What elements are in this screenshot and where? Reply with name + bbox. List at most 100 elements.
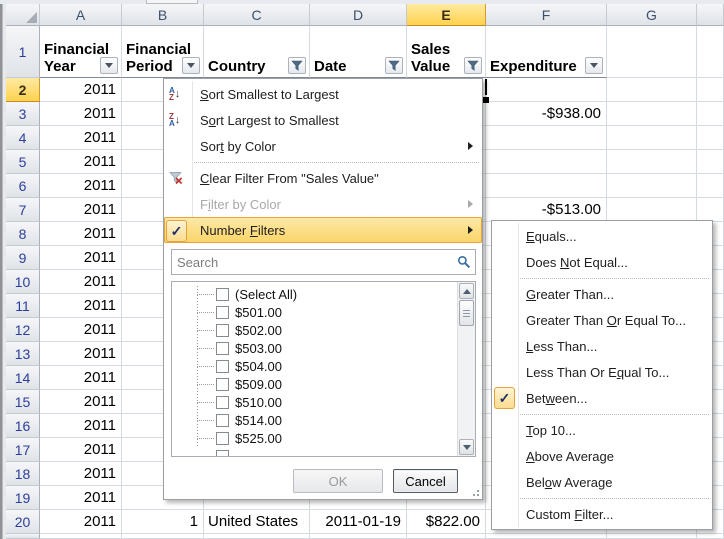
cell-A4[interactable]: 2011	[40, 126, 122, 150]
checkbox-unchecked[interactable]	[216, 432, 229, 445]
cell-A21[interactable]	[40, 534, 122, 539]
row-header-11[interactable]: 11	[6, 294, 40, 318]
checkbox-unchecked[interactable]	[216, 342, 229, 355]
cell-A10[interactable]: 2011	[40, 270, 122, 294]
row-header-18[interactable]: 18	[6, 462, 40, 486]
cell-F7[interactable]: -$513.00	[486, 198, 607, 222]
row-header-13[interactable]: 13	[6, 342, 40, 366]
cell-H6[interactable]	[697, 174, 724, 198]
menu-item-greater-than[interactable]: Greater Than...	[492, 281, 712, 307]
filter-button-sales-value[interactable]	[464, 57, 482, 74]
menu-item-equals[interactable]: Equals...	[492, 223, 712, 249]
cell-A11[interactable]: 2011	[40, 294, 122, 318]
cell-G1[interactable]	[607, 26, 697, 78]
cell-C1[interactable]: Country	[204, 26, 310, 78]
menu-item-sort-by-color[interactable]: Sort by Color	[164, 133, 482, 159]
cell-B1[interactable]: Financial Period	[122, 26, 204, 78]
row-header-3[interactable]: 3	[6, 102, 40, 126]
checkbox-unchecked[interactable]	[216, 288, 229, 301]
cell-A1[interactable]: Financial Year	[40, 26, 122, 78]
cell-E1[interactable]: Sales Value	[407, 26, 486, 78]
cell-A9[interactable]: 2011	[40, 246, 122, 270]
cell-F21[interactable]	[486, 534, 607, 539]
checkbox-unchecked[interactable]	[216, 306, 229, 319]
row-header-14[interactable]: 14	[6, 366, 40, 390]
checkbox-unchecked[interactable]	[216, 324, 229, 337]
column-header-C[interactable]: C	[204, 4, 310, 26]
menu-item-top-10[interactable]: Top 10...	[492, 417, 712, 443]
cell-G6[interactable]	[607, 174, 697, 198]
value-item-501-00[interactable]: $501.00	[172, 303, 475, 321]
menu-item-sort-largest-to-smallest[interactable]: ZA↓Sort Largest to Smallest	[164, 107, 482, 133]
filter-button-financial-year[interactable]	[100, 57, 118, 74]
column-header-G[interactable]: G	[607, 4, 697, 26]
row-header-6[interactable]: 6	[6, 174, 40, 198]
menu-item-does-not-equal[interactable]: Does Not Equal...	[492, 249, 712, 275]
cell-G21[interactable]	[607, 534, 697, 539]
cell-A3[interactable]: 2011	[40, 102, 122, 126]
row-header-7[interactable]: 7	[6, 198, 40, 222]
row-header-20[interactable]: 20	[6, 510, 40, 534]
row-header-2[interactable]: 2	[6, 78, 40, 102]
filter-button-country[interactable]	[288, 57, 306, 74]
cell-H4[interactable]	[697, 126, 724, 150]
cell-D21[interactable]	[310, 534, 407, 539]
menu-item-less-than-or-equal-to[interactable]: Less Than Or Equal To...	[492, 359, 712, 385]
row-header-16[interactable]: 16	[6, 414, 40, 438]
resize-grip[interactable]	[469, 486, 481, 498]
row-header-5[interactable]: 5	[6, 150, 40, 174]
column-header-F[interactable]: F	[486, 4, 607, 26]
checkbox-unchecked[interactable]	[216, 378, 229, 391]
cell-A17[interactable]: 2011	[40, 438, 122, 462]
row-header-17[interactable]: 17	[6, 438, 40, 462]
row-header-1[interactable]: 1	[6, 26, 40, 78]
cell-G4[interactable]	[607, 126, 697, 150]
search-input[interactable]	[172, 250, 475, 274]
checkbox-unchecked[interactable]	[216, 360, 229, 373]
row-header-9[interactable]: 9	[6, 246, 40, 270]
cell-H5[interactable]	[697, 150, 724, 174]
value-item-503-00[interactable]: $503.00	[172, 339, 475, 357]
cell-H3[interactable]	[697, 102, 724, 126]
cell-C21[interactable]	[204, 534, 310, 539]
menu-item-below-average[interactable]: Below Average	[492, 469, 712, 495]
cell-F3[interactable]: -$938.00	[486, 102, 607, 126]
value-item-509-00[interactable]: $509.00	[172, 375, 475, 393]
menu-item-filter-by-color[interactable]: Filter by Color	[164, 191, 482, 217]
cell-A12[interactable]: 2011	[40, 318, 122, 342]
list-scrollbar[interactable]	[457, 282, 475, 456]
cell-F2[interactable]	[486, 78, 607, 102]
cell-A8[interactable]: 2011	[40, 222, 122, 246]
filter-button-financial-period[interactable]	[182, 57, 200, 74]
cell-G5[interactable]	[607, 150, 697, 174]
cell-D20[interactable]: 2011-01-19	[310, 510, 407, 534]
cell-A5[interactable]: 2011	[40, 150, 122, 174]
menu-item-less-than[interactable]: Less Than...	[492, 333, 712, 359]
cell-E20[interactable]: $822.00	[407, 510, 486, 534]
row-header-10[interactable]: 10	[6, 270, 40, 294]
value-item-504-00[interactable]: $504.00	[172, 357, 475, 375]
cell-E21[interactable]	[407, 534, 486, 539]
column-header-A[interactable]: A	[40, 4, 122, 26]
value-item-select-all[interactable]: (Select All)	[172, 285, 475, 303]
value-item-clipped[interactable]	[172, 447, 475, 457]
cell-F5[interactable]	[486, 150, 607, 174]
filter-button-expenditure[interactable]	[585, 57, 603, 74]
cell-C20[interactable]: United States	[204, 510, 310, 534]
cell-H7[interactable]	[697, 198, 724, 222]
cell-H1[interactable]	[697, 26, 724, 78]
cell-B21[interactable]	[122, 534, 204, 539]
menu-item-between[interactable]: Between...	[492, 385, 712, 411]
checkbox-unchecked[interactable]	[216, 450, 229, 458]
cell-H21[interactable]	[697, 534, 724, 539]
row-header-4[interactable]: 4	[6, 126, 40, 150]
value-item-525-00[interactable]: $525.00	[172, 429, 475, 447]
value-item-514-00[interactable]: $514.00	[172, 411, 475, 429]
cell-G3[interactable]	[607, 102, 697, 126]
row-header-19[interactable]: 19	[6, 486, 40, 510]
row-header-8[interactable]: 8	[6, 222, 40, 246]
cell-F4[interactable]	[486, 126, 607, 150]
scroll-up-button[interactable]	[459, 283, 474, 299]
value-item-502-00[interactable]: $502.00	[172, 321, 475, 339]
menu-item-clear-filter-from-sales-value[interactable]: Clear Filter From "Sales Value"	[164, 165, 482, 191]
